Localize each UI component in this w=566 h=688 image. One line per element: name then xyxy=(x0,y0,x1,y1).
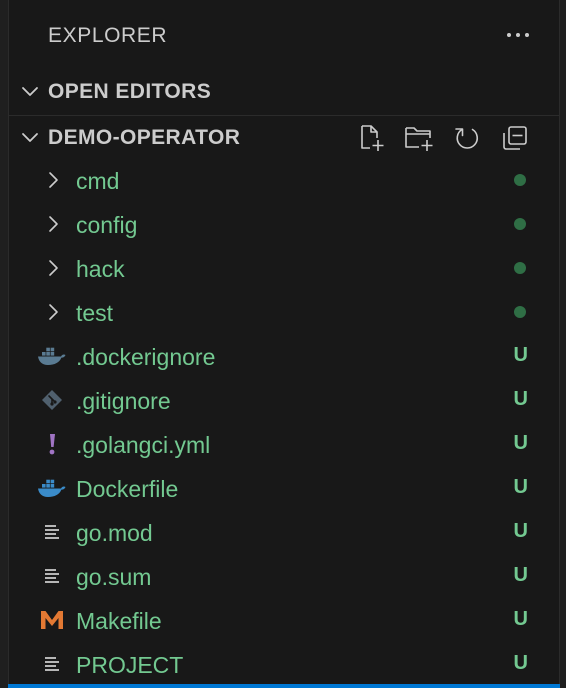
yaml-exclamation-icon xyxy=(36,432,68,456)
collapse-folders-button[interactable] xyxy=(498,122,532,154)
folder-name: config xyxy=(76,212,138,238)
tree-folder-test[interactable]: test xyxy=(8,290,560,334)
file-name: go.mod xyxy=(76,520,153,546)
project-section-header[interactable]: DEMO-OPERATOR xyxy=(8,115,560,160)
new-file-icon xyxy=(361,125,384,151)
untracked-badge: U xyxy=(513,652,528,674)
modified-dot-indicator xyxy=(514,262,526,274)
chevron-right-icon xyxy=(49,304,58,320)
project-name-label: DEMO-OPERATOR xyxy=(48,126,241,149)
folder-name: test xyxy=(76,300,114,326)
new-folder-icon xyxy=(405,127,433,151)
untracked-badge: U xyxy=(513,388,528,410)
ellipsis-icon[interactable] xyxy=(500,18,536,52)
open-editors-section-header[interactable]: OPEN EDITORS xyxy=(8,70,560,114)
chevron-down-icon xyxy=(22,133,38,142)
file-name: .dockerignore xyxy=(76,344,216,370)
tree-file-go-mod[interactable]: go.mod U xyxy=(8,510,560,554)
chevron-down-icon xyxy=(22,87,38,96)
chevron-right-icon xyxy=(49,216,58,232)
tree-file-dockerignore[interactable]: .dockerignore U xyxy=(8,334,560,378)
new-file-button[interactable] xyxy=(354,122,388,154)
file-name: go.sum xyxy=(76,564,152,590)
file-name: Makefile xyxy=(76,608,162,634)
tree-file-gitignore[interactable]: .gitignore U xyxy=(8,378,560,422)
file-name: PROJECT xyxy=(76,652,184,678)
tree-file-makefile[interactable]: Makefile U xyxy=(8,598,560,642)
tree-folder-cmd[interactable]: cmd xyxy=(8,158,560,202)
tree-file-dockerfile[interactable]: Dockerfile U xyxy=(8,466,560,510)
folder-name: hack xyxy=(76,256,125,282)
file-name: .gitignore xyxy=(76,388,171,414)
docker-icon xyxy=(36,344,68,368)
section-toolbar xyxy=(354,122,532,154)
untracked-badge: U xyxy=(513,432,528,454)
untracked-badge: U xyxy=(513,344,528,366)
chevron-right-icon xyxy=(49,260,58,276)
chevron-right-icon xyxy=(49,172,58,188)
file-name: Dockerfile xyxy=(76,476,179,502)
untracked-badge: U xyxy=(513,476,528,498)
tree-folder-config[interactable]: config xyxy=(8,202,560,246)
modified-dot-indicator xyxy=(514,174,526,186)
explorer-header: EXPLORER xyxy=(8,0,560,70)
tree-file-go-sum[interactable]: go.sum U xyxy=(8,554,560,598)
text-lines-icon xyxy=(36,652,68,676)
file-name: .golangci.yml xyxy=(76,432,211,458)
file-tree: cmd config hack test .dockerignore U .gi… xyxy=(8,158,560,686)
docker-icon xyxy=(36,476,68,500)
focus-accent-bar xyxy=(8,684,560,688)
open-editors-label: OPEN EDITORS xyxy=(48,80,212,103)
new-folder-button[interactable] xyxy=(402,122,436,154)
sidebar-scrollbar-track[interactable] xyxy=(559,0,566,688)
refresh-icon xyxy=(455,128,479,149)
untracked-badge: U xyxy=(513,520,528,542)
text-lines-icon xyxy=(36,564,68,588)
modified-dot-indicator xyxy=(514,306,526,318)
text-lines-icon xyxy=(36,520,68,544)
git-icon xyxy=(36,388,68,412)
tree-file-project[interactable]: PROJECT U xyxy=(8,642,560,686)
untracked-badge: U xyxy=(513,608,528,630)
untracked-badge: U xyxy=(513,564,528,586)
makefile-m-icon xyxy=(36,608,68,632)
refresh-explorer-button[interactable] xyxy=(450,122,484,154)
tree-file-golangci[interactable]: .golangci.yml U xyxy=(8,422,560,466)
modified-dot-indicator xyxy=(514,218,526,230)
folder-name: cmd xyxy=(76,168,120,194)
tree-folder-hack[interactable]: hack xyxy=(8,246,560,290)
collapse-all-icon xyxy=(503,126,527,150)
explorer-title: EXPLORER xyxy=(48,24,168,47)
